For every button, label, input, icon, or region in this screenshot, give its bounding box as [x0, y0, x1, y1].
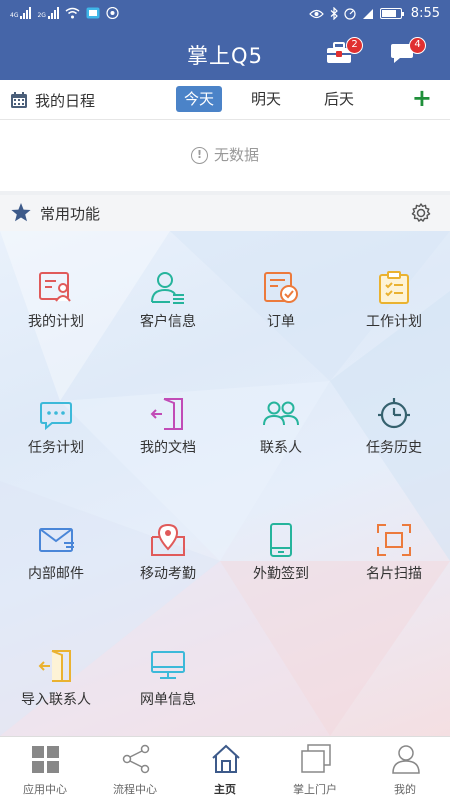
function-web-order-info[interactable]: 网单信息 — [112, 609, 224, 719]
function-task-plan[interactable]: 任务计划 — [0, 357, 112, 467]
function-contacts[interactable]: 联系人 — [225, 357, 337, 467]
signal-icon: 4G — [10, 7, 32, 19]
network-type-1: 4G — [10, 12, 19, 19]
settings-gear-icon[interactable] — [410, 202, 432, 224]
common-functions-title: 常用功能 — [40, 205, 101, 223]
monitor-icon — [151, 651, 185, 679]
app-notification-icon — [86, 7, 100, 19]
star-icon — [11, 203, 31, 222]
function-label: 内部邮件 — [28, 566, 84, 582]
function-label: 网单信息 — [140, 692, 196, 708]
function-label: 名片扫描 — [366, 566, 422, 582]
schedule-title: 我的日程 — [35, 92, 96, 110]
messages-button[interactable]: 4 — [388, 37, 426, 68]
page-title: 掌上Q5 — [187, 44, 263, 68]
tab-tomorrow[interactable]: 明天 — [243, 86, 289, 112]
function-label: 联系人 — [260, 440, 302, 456]
messages-badge: 4 — [409, 37, 426, 54]
function-label: 任务历史 — [366, 440, 422, 456]
order-icon — [264, 272, 298, 303]
tab-day-after-tomorrow[interactable]: 后天 — [316, 86, 362, 112]
nav-label: 主页 — [214, 783, 236, 796]
function-label: 我的计划 — [28, 314, 84, 330]
function-label: 外勤签到 — [253, 566, 309, 582]
app-header: 掌上Q5 2 4 — [0, 30, 450, 80]
function-task-history[interactable]: 任务历史 — [338, 357, 450, 467]
nav-mine[interactable]: 我的 — [360, 737, 450, 800]
function-label: 移动考勤 — [140, 566, 196, 582]
function-label: 任务计划 — [28, 440, 84, 456]
status-bar: 4G 2G 8:55 — [0, 0, 450, 30]
plan-icon — [39, 272, 71, 302]
wifi-icon — [65, 7, 80, 19]
add-schedule-button[interactable]: + — [412, 84, 432, 112]
nav-label: 掌上门户 — [293, 783, 337, 796]
battery-icon — [379, 8, 404, 19]
toolbox-button[interactable]: 2 — [325, 37, 363, 68]
function-order[interactable]: 订单 — [225, 231, 337, 341]
eye-notification-icon — [106, 7, 119, 19]
function-import-contacts[interactable]: 导入联系人 — [0, 609, 112, 719]
function-label: 工作计划 — [366, 314, 422, 330]
eye-comfort-icon — [308, 9, 324, 18]
customer-icon — [151, 272, 184, 304]
function-label: 订单 — [267, 314, 295, 330]
document-icon — [150, 398, 183, 430]
contacts-icon — [263, 401, 299, 426]
scan-icon — [377, 524, 411, 556]
vibrate-icon — [344, 7, 356, 20]
nav-app-center[interactable]: 应用中心 — [0, 737, 90, 800]
status-time: 8:55 — [410, 6, 440, 21]
location-icon — [151, 523, 185, 556]
schedule-bar: 我的日程 今天 明天 后天 + — [0, 80, 450, 120]
function-label: 导入联系人 — [21, 692, 91, 708]
mail-icon — [39, 528, 74, 552]
function-internal-mail[interactable]: 内部邮件 — [0, 483, 112, 593]
nav-label: 我的 — [394, 783, 416, 796]
nav-process-center[interactable]: 流程中心 — [90, 737, 180, 800]
nav-home[interactable]: 主页 — [180, 737, 270, 800]
function-label: 客户信息 — [140, 314, 196, 330]
signal-icon-2: 2G — [37, 7, 59, 19]
info-icon: ! — [190, 147, 208, 164]
task-plan-icon — [40, 402, 72, 431]
signal-strength-icon — [362, 8, 373, 19]
network-type-2: 2G — [37, 12, 46, 19]
app-grid-icon — [32, 746, 59, 773]
calendar-icon — [11, 92, 27, 108]
nav-label: 流程中心 — [113, 783, 157, 796]
schedule-empty-area: ! 无数据 — [0, 121, 450, 191]
function-field-checkin[interactable]: 外勤签到 — [225, 483, 337, 593]
home-icon — [212, 744, 240, 773]
function-label: 我的文档 — [140, 440, 196, 456]
clipboard-icon — [379, 271, 409, 304]
bottom-navigation: 应用中心 流程中心 主页 掌上门户 我的 — [0, 736, 450, 800]
function-customer-info[interactable]: 客户信息 — [112, 231, 224, 341]
user-icon — [392, 745, 420, 774]
tab-today[interactable]: 今天 — [176, 86, 223, 112]
function-my-documents[interactable]: 我的文档 — [112, 357, 224, 467]
history-icon — [378, 398, 410, 429]
import-icon — [38, 650, 71, 682]
windows-icon — [301, 744, 331, 773]
empty-text: 无数据 — [213, 146, 259, 164]
phone-icon — [270, 523, 292, 557]
empty-state: ! 无数据 — [0, 144, 450, 165]
function-card-scan[interactable]: 名片扫描 — [338, 483, 450, 593]
function-mobile-attendance[interactable]: 移动考勤 — [112, 483, 224, 593]
common-functions-header: 常用功能 — [0, 195, 450, 231]
function-grid: 我的计划 客户信息 订单 工作计划 任务计划 我的文档 联系人 任务历史 内部邮… — [0, 231, 450, 736]
function-my-plan[interactable]: 我的计划 — [0, 231, 112, 341]
bluetooth-icon — [330, 7, 338, 20]
function-work-plan[interactable]: 工作计划 — [338, 231, 450, 341]
nav-portal[interactable]: 掌上门户 — [270, 737, 360, 800]
share-icon — [122, 744, 150, 774]
toolbox-badge: 2 — [346, 37, 363, 54]
nav-label: 应用中心 — [23, 783, 67, 796]
